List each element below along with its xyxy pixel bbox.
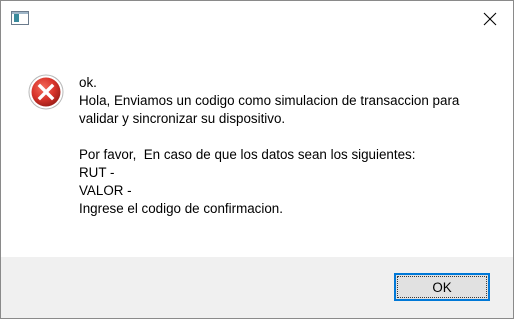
ok-button[interactable]: OK [394,273,490,301]
close-icon [483,12,497,26]
message-line: VALOR - [79,183,132,198]
error-icon [28,74,64,110]
message-line: ok. [79,75,97,90]
app-window-icon [11,11,29,25]
button-bar: OK [1,257,513,318]
message-box-window: ok. Hola, Enviamos un codigo como simula… [0,0,514,319]
message-line: Ingrese el codigo de confirmacion. [79,201,283,216]
message-line: Hola, Enviamos un codigo como simulacion… [79,93,460,108]
close-button[interactable] [467,1,513,37]
title-bar[interactable] [1,1,513,37]
message-line: RUT - [79,165,115,180]
message-line: Por favor, En caso de que los datos sean… [79,147,416,162]
message-text: ok. Hola, Enviamos un codigo como simula… [79,74,499,218]
message-content: ok. Hola, Enviamos un codigo como simula… [1,37,513,257]
message-line: validar y sincronizar su dispositivo. [79,111,286,126]
ok-button-label: OK [432,279,452,295]
